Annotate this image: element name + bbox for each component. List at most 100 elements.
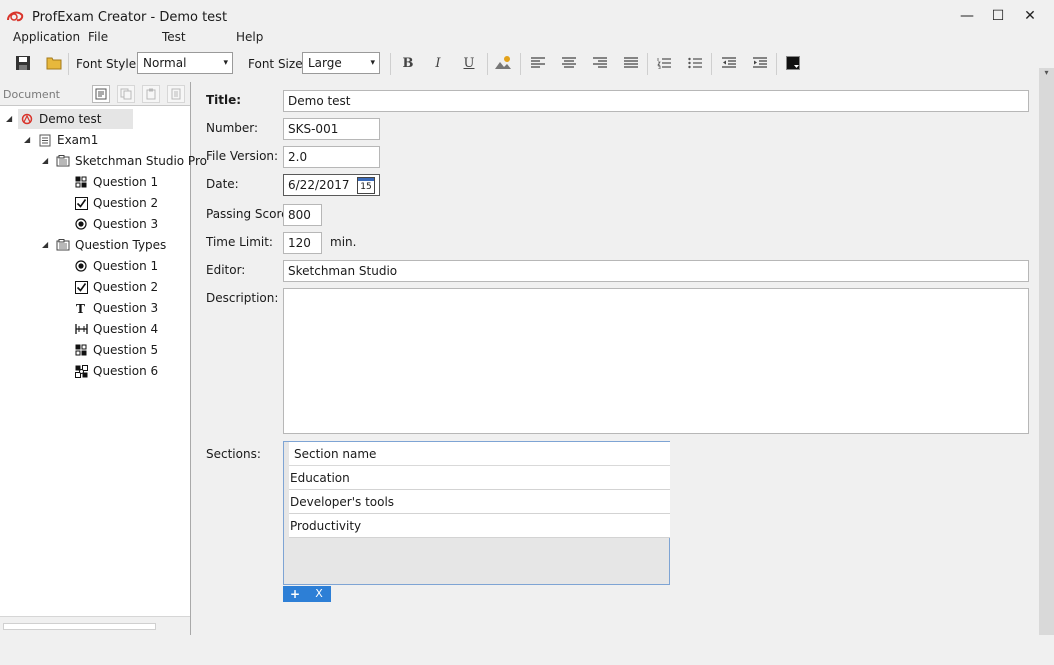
- delete-item-button[interactable]: [167, 85, 185, 103]
- tree-node-label: Question 2: [93, 196, 159, 210]
- passing-score-field[interactable]: 800: [283, 204, 322, 226]
- section-icon: [56, 154, 70, 168]
- tree-node-label: Question 1: [93, 175, 159, 189]
- file-version-field[interactable]: 2.0: [283, 146, 380, 168]
- open-button[interactable]: [43, 52, 65, 74]
- add-item-button[interactable]: [92, 85, 110, 103]
- exam-logo-icon: [20, 112, 34, 126]
- save-icon: [16, 56, 30, 70]
- maximize-button[interactable]: ☐: [983, 5, 1013, 27]
- tree-node[interactable]: Question 2: [0, 277, 190, 297]
- scroll-up-arrow-icon[interactable]: ▾: [1040, 68, 1053, 80]
- svg-text:T: T: [76, 302, 85, 314]
- folder-icon: [46, 57, 62, 70]
- app-window: ProfExam Creator - Demo test — ☐ ✕ Appli…: [0, 0, 1054, 665]
- horizontal-scrollbar[interactable]: [0, 616, 190, 635]
- tree-node[interactable]: ◢ Question Types: [0, 235, 190, 255]
- calendar-icon[interactable]: 15: [357, 177, 375, 194]
- section-cell: Productivity: [290, 519, 362, 533]
- bullet-list-icon: [688, 57, 702, 69]
- tree-node[interactable]: Question 1: [0, 256, 190, 276]
- tree-node[interactable]: Question 4: [0, 319, 190, 339]
- tree-node[interactable]: Question 5: [0, 340, 190, 360]
- italic-button[interactable]: I: [427, 52, 449, 74]
- align-left-icon: [531, 57, 545, 68]
- date-value: 6/22/2017: [288, 178, 350, 192]
- column-header[interactable]: Section name: [289, 442, 670, 466]
- expand-arrow-icon[interactable]: ◢: [42, 151, 48, 171]
- tree-node-selected[interactable]: ◢ Demo test: [6, 109, 133, 129]
- underline-button[interactable]: U: [458, 52, 480, 74]
- increase-indent-button[interactable]: [749, 52, 771, 74]
- decrease-indent-button[interactable]: [718, 52, 740, 74]
- expand-arrow-icon[interactable]: ◢: [6, 109, 12, 129]
- toolbar-separator: [390, 53, 391, 75]
- insert-image-button[interactable]: [492, 52, 514, 74]
- bold-button[interactable]: B: [397, 52, 419, 74]
- vertical-scrollbar[interactable]: [1039, 68, 1054, 635]
- table-row[interactable]: Productivity: [289, 514, 670, 538]
- number-field[interactable]: SKS-001: [283, 118, 380, 140]
- toolbar-separator: [711, 53, 712, 75]
- align-right-button[interactable]: [589, 52, 611, 74]
- tree-node-label: Question 3: [93, 217, 159, 231]
- outdent-icon: [722, 57, 736, 68]
- expand-arrow-icon[interactable]: ◢: [42, 235, 48, 255]
- tree-node[interactable]: Question 6: [0, 361, 190, 381]
- checkbox-icon: [74, 280, 88, 294]
- text-color-button[interactable]: [782, 52, 804, 74]
- drag-drop-icon: [74, 175, 88, 189]
- numbered-list-button[interactable]: [653, 52, 675, 74]
- tree-node[interactable]: T Question 3: [0, 298, 190, 318]
- tree-node[interactable]: Question 2: [0, 193, 190, 213]
- menu-file[interactable]: File: [88, 30, 108, 44]
- date-picker[interactable]: 6/22/2017 15: [283, 174, 380, 196]
- editor-field[interactable]: Sketchman Studio: [283, 260, 1029, 282]
- copy-item-button[interactable]: [117, 85, 135, 103]
- document-panel-title: Document: [3, 88, 60, 101]
- sections-grid[interactable]: Section name Education Developer's tools…: [283, 441, 670, 585]
- font-style-value: Normal: [143, 56, 187, 70]
- scrollbar-thumb[interactable]: [3, 623, 156, 630]
- align-right-icon: [593, 57, 607, 68]
- font-size-select[interactable]: Large ▾: [302, 52, 380, 74]
- tree-node-label: Demo test: [39, 112, 102, 126]
- minimize-button[interactable]: —: [952, 5, 982, 27]
- document-panel: Document ◢ Demo test ◢ Exam1 ◢ Sketchman Stud…: [0, 82, 207, 635]
- tree-node[interactable]: Question 1: [0, 172, 190, 192]
- tree-node[interactable]: Question 3: [0, 214, 190, 234]
- save-button[interactable]: [12, 52, 34, 74]
- title-bar: ProfExam Creator - Demo test — ☐ ✕: [0, 0, 1054, 30]
- chevron-down-icon: ▾: [223, 58, 228, 68]
- align-center-button[interactable]: [558, 52, 580, 74]
- time-limit-field[interactable]: 120: [283, 232, 322, 254]
- table-row[interactable]: Developer's tools: [289, 490, 670, 514]
- tree-node[interactable]: ◢ Sketchman Studio Pro: [0, 151, 207, 171]
- font-style-select[interactable]: Normal ▾: [137, 52, 233, 74]
- tree-node[interactable]: ◢ Exam1: [0, 130, 190, 150]
- paste-item-button[interactable]: [142, 85, 160, 103]
- copy-icon: [120, 88, 132, 100]
- exam-icon: [38, 133, 52, 147]
- justify-button[interactable]: [620, 52, 642, 74]
- menu-test[interactable]: Test: [162, 30, 186, 44]
- remove-section-button[interactable]: X: [307, 586, 331, 602]
- tree-node-label: Question 1: [93, 259, 159, 273]
- description-label: Description:: [206, 291, 279, 305]
- description-field[interactable]: [283, 288, 1029, 434]
- add-section-button[interactable]: +: [283, 586, 307, 602]
- toolbar-separator: [68, 53, 69, 75]
- bullet-list-button[interactable]: [684, 52, 706, 74]
- status-bar: [0, 635, 1054, 665]
- document-panel-header: Document: [0, 82, 190, 106]
- expand-arrow-icon[interactable]: ◢: [24, 130, 30, 150]
- title-field[interactable]: Demo test: [283, 90, 1029, 112]
- indent-icon: [753, 57, 767, 68]
- font-size-label: Font Size:: [248, 57, 307, 71]
- close-button[interactable]: ✕: [1015, 5, 1045, 27]
- menu-application[interactable]: Application: [13, 30, 80, 44]
- align-left-button[interactable]: [527, 52, 549, 74]
- table-row[interactable]: Education: [289, 466, 670, 490]
- menu-help[interactable]: Help: [236, 30, 263, 44]
- tree-node-label: Exam1: [57, 133, 99, 147]
